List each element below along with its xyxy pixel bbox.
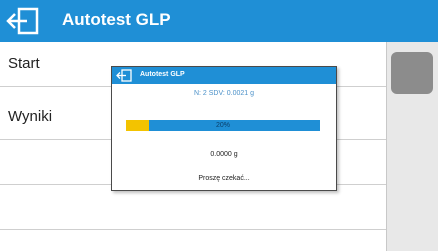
measurement-info: N: 2 SDV: 0.0021 g — [193, 90, 255, 97]
dialog-title: Autotest GLP — [140, 71, 185, 78]
progress-bar: 20% — [126, 120, 320, 131]
mass-readout: 0.0000 g — [210, 151, 238, 158]
title-bar: Autotest GLP — [0, 0, 438, 42]
list-item-label: Start — [8, 55, 40, 72]
status-text: Proszę czekać... — [198, 175, 250, 182]
scroll-thumb[interactable] — [391, 52, 433, 94]
exit-icon[interactable] — [116, 69, 132, 82]
progress-dialog: Autotest GLP N: 2 SDV: 0.0021 g 20% 0.00… — [111, 66, 337, 191]
progress-label: 20% — [215, 122, 230, 129]
dialog-title-bar: Autotest GLP — [112, 67, 336, 84]
page-title: Autotest GLP — [62, 10, 171, 29]
list-item-empty[interactable] — [0, 185, 386, 230]
list-item-label: Wyniki — [8, 108, 53, 125]
exit-icon[interactable] — [6, 6, 40, 36]
scrollbar[interactable] — [386, 42, 438, 251]
